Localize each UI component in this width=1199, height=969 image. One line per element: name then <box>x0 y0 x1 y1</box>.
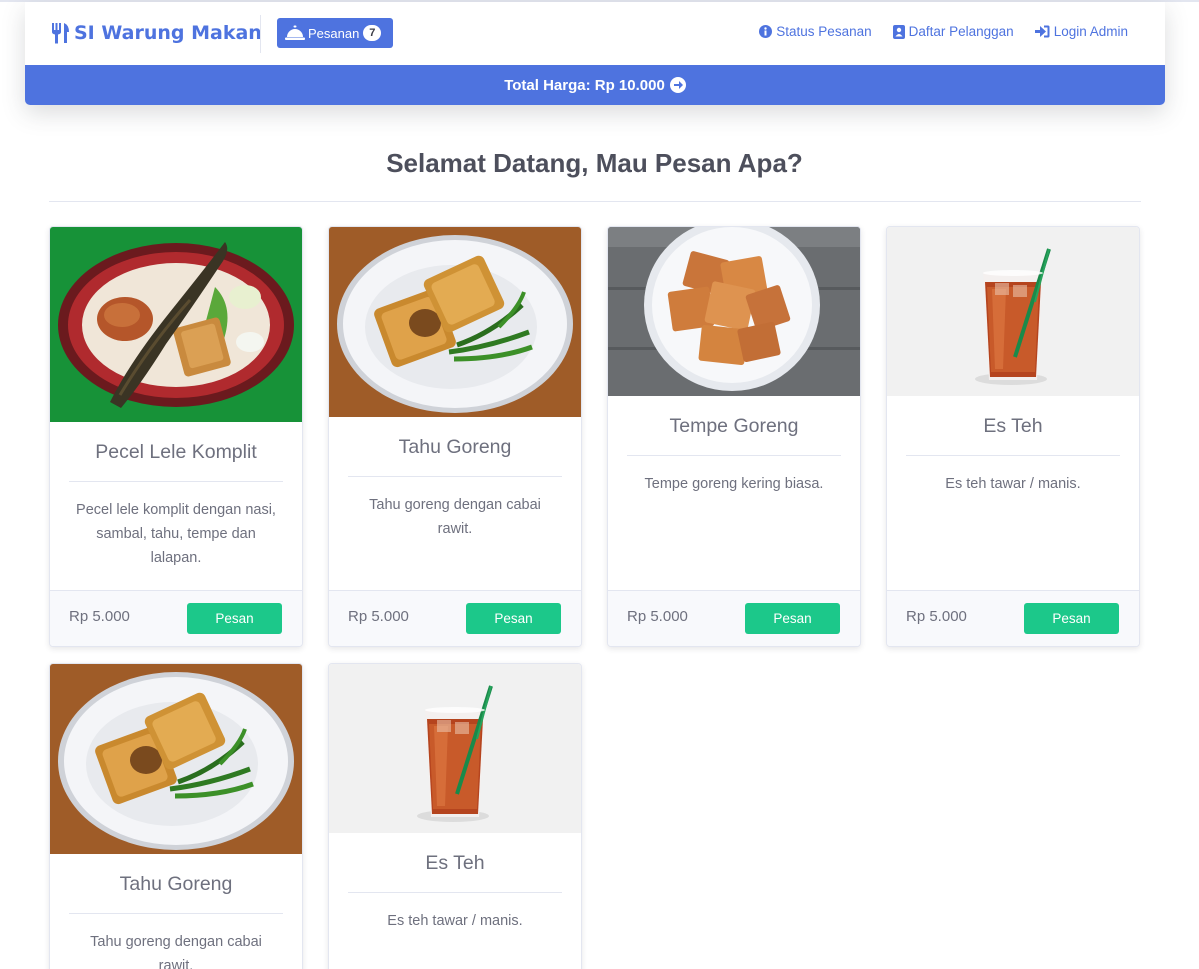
card-divider <box>348 476 562 477</box>
topbar: SI Warung Makan Pesanan 7 Status Pesanan <box>25 2 1165 105</box>
card-description: Tahu goreng dengan cabai rawit. <box>369 497 541 537</box>
nav-status-pesanan-label: Status Pesanan <box>776 24 872 39</box>
card-title: Es Teh <box>983 415 1043 437</box>
orders-label: Pesanan <box>308 25 360 41</box>
menu-card: Tempe Goreng Tempe goreng kering biasa. … <box>607 226 861 647</box>
title-divider <box>49 201 1141 202</box>
tahu-goreng-image <box>50 664 302 854</box>
navbar-divider <box>260 15 261 53</box>
card-description: Es teh tawar / manis. <box>387 913 523 929</box>
nav-login-admin[interactable]: Login Admin <box>1034 24 1128 39</box>
card-footer: Rp 5.000 Pesan <box>887 590 1139 646</box>
arrow-circle-right-icon <box>669 77 686 93</box>
total-price-text: Total Harga: Rp 10.000 <box>504 76 665 94</box>
card-divider <box>627 455 841 456</box>
address-book-icon <box>892 24 905 39</box>
card-divider <box>348 892 562 893</box>
card-price: Rp 5.000 <box>348 608 409 625</box>
bell-concierge-icon <box>285 25 305 40</box>
card-footer: Rp 5.000 Pesan <box>608 590 860 646</box>
tahu-goreng-image <box>329 227 581 417</box>
card-divider <box>69 913 283 914</box>
es-teh-image <box>329 664 581 833</box>
card-footer: Rp 5.000 Pesan <box>329 590 581 646</box>
menu-card: Es Teh Es teh tawar / manis. Rp 5.000 Pe… <box>886 226 1140 647</box>
card-title: Pecel Lele Komplit <box>95 441 257 463</box>
card-price: Rp 5.000 <box>627 608 688 625</box>
card-title: Tahu Goreng <box>119 873 233 895</box>
card-description: Tempe goreng kering biasa. <box>644 476 824 492</box>
menu-card: Tahu Goreng Tahu goreng dengan cabai raw… <box>49 663 303 969</box>
total-price-bar[interactable]: Total Harga: Rp 10.000 <box>25 65 1165 105</box>
es-teh-image <box>887 227 1139 396</box>
card-description: Es teh tawar / manis. <box>945 476 1081 492</box>
navbar: SI Warung Makan Pesanan 7 Status Pesanan <box>25 2 1165 65</box>
tempe-goreng-image <box>608 227 860 396</box>
card-title: Es Teh <box>425 852 485 874</box>
nav-login-admin-label: Login Admin <box>1053 24 1128 39</box>
sign-in-icon <box>1034 25 1050 38</box>
menu-card: Tahu Goreng Tahu goreng dengan cabai raw… <box>328 226 582 647</box>
order-button[interactable]: Pesan <box>466 603 561 634</box>
brand-name: SI Warung Makan <box>74 22 262 44</box>
card-price: Rp 5.000 <box>906 608 967 625</box>
nav-daftar-pelanggan[interactable]: Daftar Pelanggan <box>892 24 1014 39</box>
info-circle-icon <box>759 25 773 38</box>
nav-status-pesanan[interactable]: Status Pesanan <box>759 24 872 39</box>
card-description: Pecel lele komplit dengan nasi, sambal, … <box>76 502 276 566</box>
utensils-icon <box>52 23 69 44</box>
card-price: Rp 5.000 <box>69 608 130 625</box>
page-title: Selamat Datang, Mau Pesan Apa? <box>386 148 803 178</box>
card-divider <box>69 481 283 482</box>
card-divider <box>906 455 1120 456</box>
card-title: Tahu Goreng <box>398 436 512 458</box>
card-description: Tahu goreng dengan cabai rawit. <box>90 934 262 969</box>
menu-card: Es Teh Es teh tawar / manis. <box>328 663 582 969</box>
nav-links: Status Pesanan Daftar Pelanggan Login Ad… <box>738 24 1128 39</box>
orders-count-badge: 7 <box>363 25 382 41</box>
card-title: Tempe Goreng <box>669 415 799 437</box>
nav-daftar-pelanggan-label: Daftar Pelanggan <box>908 24 1014 39</box>
pecel-lele-image <box>50 227 302 422</box>
order-button[interactable]: Pesan <box>1024 603 1119 634</box>
order-button[interactable]: Pesan <box>745 603 840 634</box>
menu-card: Pecel Lele Komplit Pecel lele komplit de… <box>49 226 303 647</box>
brand-link[interactable]: SI Warung Makan <box>50 19 262 47</box>
orders-button[interactable]: Pesanan 7 <box>277 18 393 48</box>
order-button[interactable]: Pesan <box>187 603 282 634</box>
card-footer: Rp 5.000 Pesan <box>50 590 302 646</box>
